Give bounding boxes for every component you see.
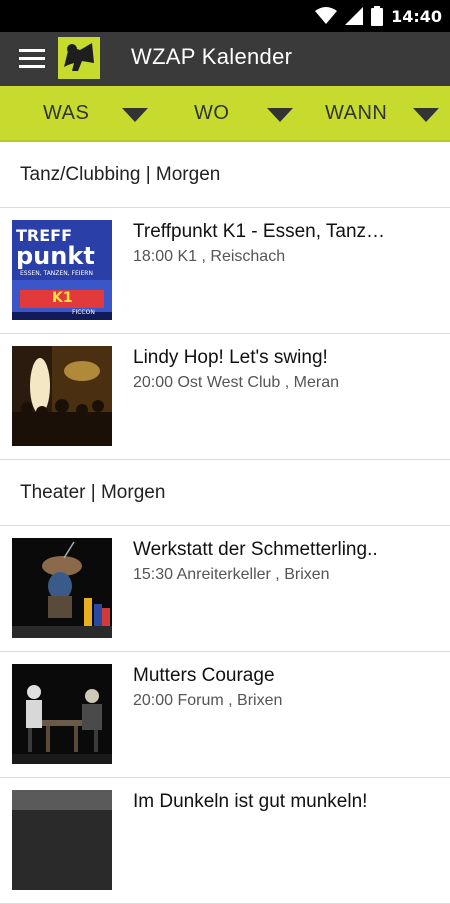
filter-bar: WAS WO WANN bbox=[0, 86, 450, 142]
thumbnail-text-k1: K1 bbox=[52, 290, 73, 306]
list-item[interactable]: Mutters Courage 20:00 Forum , Brixen bbox=[0, 652, 450, 778]
event-thumbnail bbox=[12, 538, 112, 638]
section-header: Tanz/Clubbing | Morgen bbox=[0, 142, 450, 208]
app-logo-icon bbox=[58, 37, 100, 79]
filter-wann[interactable]: WANN bbox=[300, 86, 450, 140]
thumbnail-text-ficcon: FICCON bbox=[72, 309, 95, 316]
filter-was[interactable]: WAS bbox=[0, 86, 150, 140]
event-list[interactable]: Tanz/Clubbing | Morgen TREFF punkt ESSEN… bbox=[0, 142, 450, 904]
list-item[interactable]: Werkstatt der Schmetterling.. 15:30 Anre… bbox=[0, 526, 450, 652]
battery-icon bbox=[371, 6, 384, 26]
chevron-down-icon bbox=[122, 108, 148, 122]
filter-was-label: WAS bbox=[43, 101, 90, 124]
event-title: Mutters Courage bbox=[133, 665, 275, 686]
thumbnail-text-tagline: ESSEN, TANZEN, FEIERN bbox=[20, 270, 93, 277]
event-title: Werkstatt der Schmetterling.. bbox=[133, 539, 378, 560]
filter-wo[interactable]: WO bbox=[150, 86, 300, 140]
signal-icon bbox=[345, 7, 364, 25]
event-thumbnail bbox=[12, 346, 112, 446]
event-thumbnail bbox=[12, 790, 112, 890]
filter-wann-label: WANN bbox=[325, 101, 388, 124]
event-details: 18:00 K1 , Reischach bbox=[133, 248, 286, 265]
status-time: 14:40 bbox=[391, 6, 442, 26]
list-item[interactable]: TREFF punkt ESSEN, TANZEN, FEIERN K1 FIC… bbox=[0, 208, 450, 334]
event-details: 20:00 Forum , Brixen bbox=[133, 692, 283, 709]
list-item[interactable]: Im Dunkeln ist gut munkeln! bbox=[0, 778, 450, 904]
section-header: Theater | Morgen bbox=[0, 460, 450, 526]
wifi-icon bbox=[315, 7, 338, 24]
filter-wo-label: WO bbox=[194, 101, 230, 124]
list-item[interactable]: Lindy Hop! Let's swing! 20:00 Ost West C… bbox=[0, 334, 450, 460]
event-title: Im Dunkeln ist gut munkeln! bbox=[133, 791, 368, 812]
event-thumbnail: TREFF punkt ESSEN, TANZEN, FEIERN K1 FIC… bbox=[12, 220, 112, 320]
thumbnail-text-punkt: punkt bbox=[16, 242, 95, 270]
event-details: 15:30 Anreiterkeller , Brixen bbox=[133, 566, 330, 583]
chevron-down-icon bbox=[267, 108, 293, 122]
event-details: 20:00 Ost West Club , Meran bbox=[133, 374, 340, 391]
status-bar: 14:40 bbox=[0, 0, 450, 32]
app-title: WZAP Kalender bbox=[131, 44, 293, 69]
hamburger-menu-icon[interactable] bbox=[19, 49, 45, 69]
chevron-down-icon bbox=[413, 108, 439, 122]
event-title: Treffpunkt K1 - Essen, Tanz… bbox=[133, 221, 386, 242]
event-title: Lindy Hop! Let's swing! bbox=[133, 347, 328, 368]
event-thumbnail bbox=[12, 664, 112, 764]
